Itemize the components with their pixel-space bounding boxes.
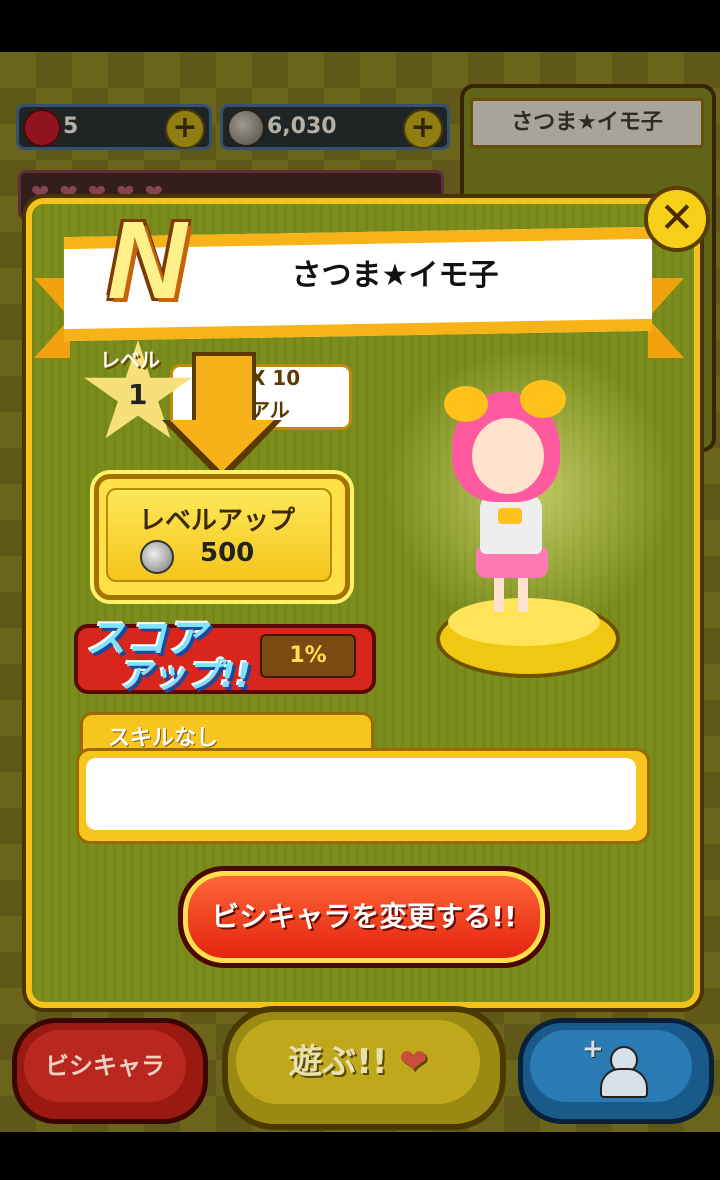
nav-play-text: 遊ぶ!!	[288, 1042, 388, 1082]
character-face	[472, 418, 544, 494]
skill-description	[86, 758, 636, 830]
plus-icon: +	[582, 1034, 604, 1064]
nav-play-label[interactable]: 遊ぶ!! ❤	[236, 1020, 480, 1104]
max-level-text: X 10	[250, 366, 301, 390]
arrow-down-head-fill	[170, 420, 274, 472]
ribbon-tail-right	[648, 278, 684, 358]
add-friend-icon-body	[600, 1068, 648, 1098]
score-up-value: 1%	[260, 634, 356, 678]
nav-character-label[interactable]: ビシキャラ	[24, 1030, 186, 1102]
level-label: レベル	[100, 348, 160, 372]
character-bow	[520, 380, 566, 418]
skill-label: スキルなし	[108, 726, 219, 751]
character-name: さつま★イモ子	[291, 258, 499, 293]
coin-icon	[140, 540, 174, 574]
heart-icon: ❤	[399, 1042, 428, 1082]
character-body	[480, 494, 542, 554]
close-icon: ✕	[659, 193, 695, 242]
character-leg	[494, 576, 504, 612]
score-up-subtitle: アップ!!	[118, 656, 252, 696]
level-up-cost: 500	[200, 538, 255, 568]
character-leg	[518, 576, 528, 612]
arrow-down-icon	[192, 352, 256, 428]
rarity-badge: N	[107, 199, 187, 322]
close-button[interactable]: ✕	[644, 186, 710, 252]
level-up-label: レベルアップ	[138, 506, 295, 536]
change-character-button[interactable]: ビシキャラを変更する!!	[178, 866, 550, 968]
character-bow	[444, 386, 488, 422]
character-ribbon-tie	[498, 508, 522, 524]
level-value: 1	[128, 378, 148, 411]
